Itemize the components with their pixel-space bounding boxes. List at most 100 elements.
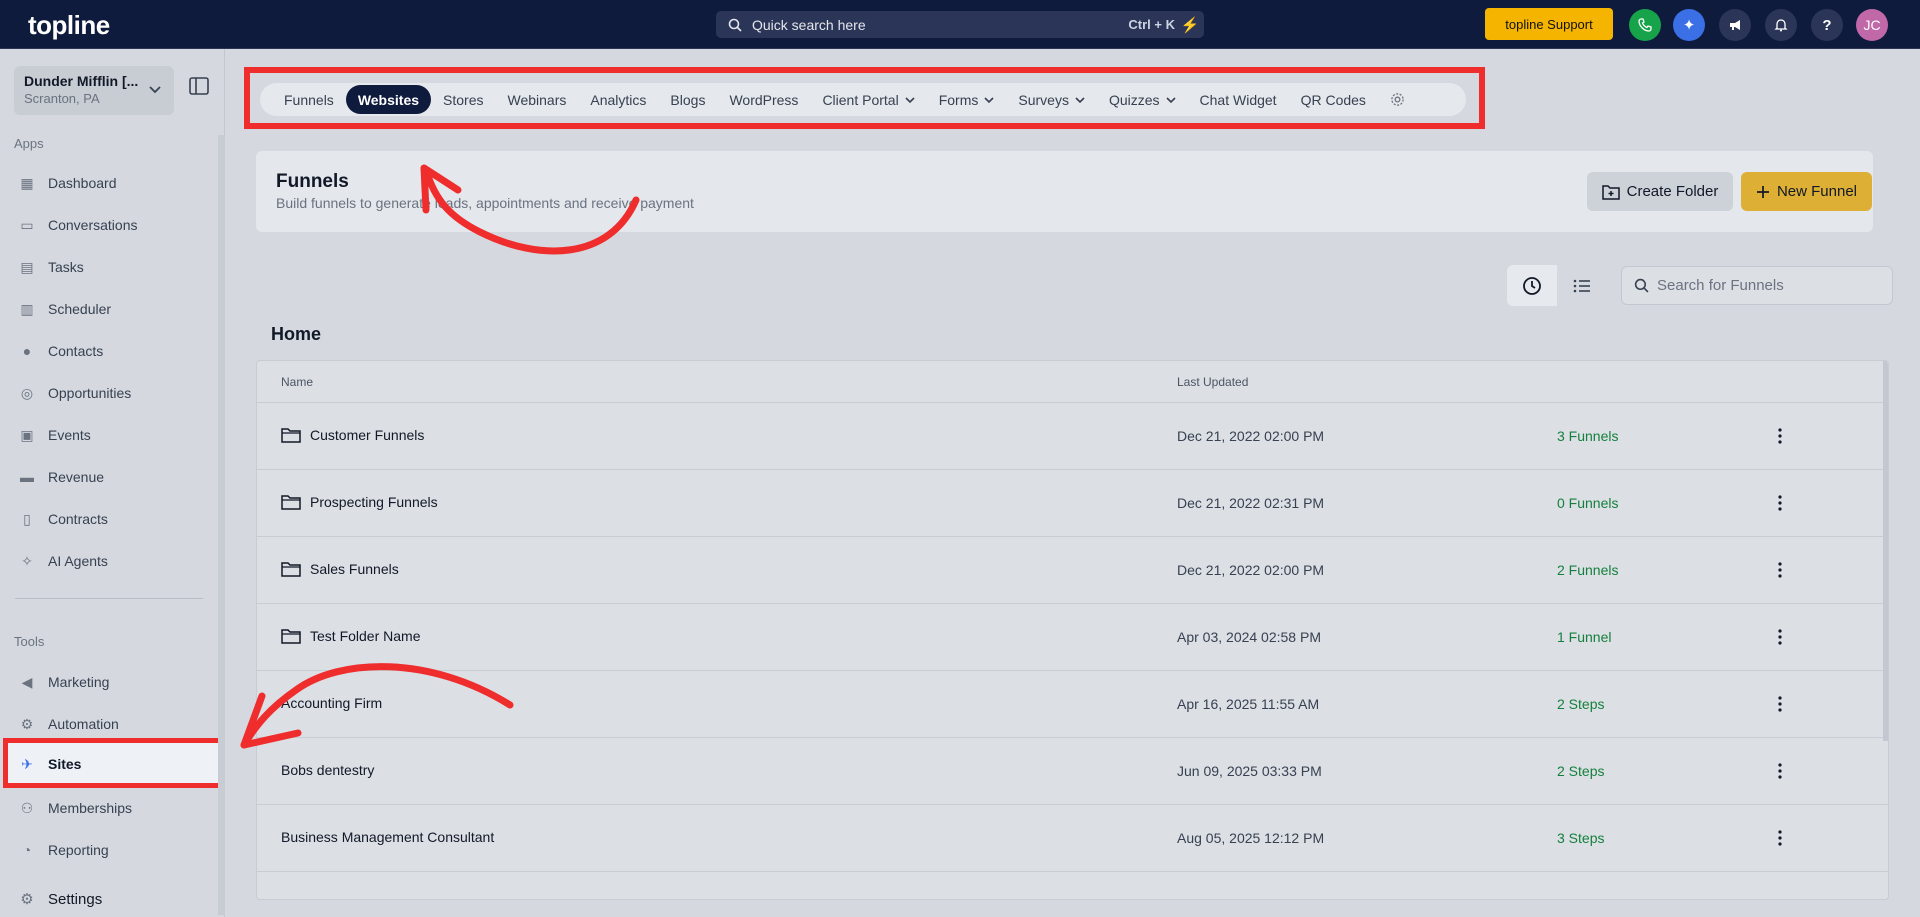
table-row[interactable]: Bobs dentestry Jun 09, 2025 03:33 PM 2 S… [257,738,1888,805]
row-count: 2 Funnels [1557,562,1619,578]
tools-section-label: Tools [14,634,45,649]
more-options-icon[interactable] [1773,558,1787,582]
sidebar-item-reporting[interactable]: ◔ Reporting [18,838,109,862]
chat-icon: ▭ [20,216,34,233]
search-shortcut: Ctrl + K [1128,17,1175,32]
row-name[interactable]: Accounting Firm [281,695,382,711]
sidebar-item-scheduler[interactable]: ▥ Scheduler [18,297,111,321]
sidebar-item-contacts[interactable]: ● Contacts [18,339,103,363]
folder-plus-icon [1601,184,1620,200]
more-options-icon[interactable] [1773,692,1787,716]
table-row[interactable]: Accounting Firm Apr 16, 2025 11:55 AM 2 … [257,671,1888,738]
more-options-icon[interactable] [1773,491,1787,515]
row-updated: Dec 21, 2022 02:31 PM [1177,495,1325,511]
bolt-icon[interactable]: ⚡ [1176,11,1204,38]
page-subtitle: Build funnels to generate leads, appoint… [276,195,694,211]
table-row[interactable] [257,872,1888,899]
sidebar-item-ai-agents[interactable]: ✧ AI Agents [18,549,108,573]
more-options-icon[interactable] [1773,625,1787,649]
sidebar-item-dashboard[interactable]: ▦ Dashboard [18,171,116,195]
row-updated: Aug 05, 2025 12:12 PM [1177,830,1325,846]
sidebar-item-events[interactable]: ▣ Events [18,423,90,447]
table-row[interactable]: Sales Funnels Dec 21, 2022 02:00 PM 2 Fu… [257,537,1888,604]
members-icon: ⚇ [20,799,34,816]
sidebar-item-conversations[interactable]: ▭ Conversations [18,213,137,237]
sidebar-item-settings[interactable]: ⚙ Settings [18,887,102,911]
sidebar-scrollbar[interactable] [218,135,225,915]
chevron-down-icon [149,86,161,94]
plus-icon [1756,185,1769,198]
gear-icon: ⚙ [20,891,34,908]
row-name[interactable]: Test Folder Name [310,628,420,644]
recent-view-toggle[interactable] [1507,265,1557,306]
page-title: Funnels [276,171,349,192]
account-name: Dunder Mifflin [... [24,73,139,89]
table-row[interactable]: Customer Funnels Dec 21, 2022 02:00 PM 3… [257,403,1888,470]
row-name[interactable]: Bobs dentestry [281,762,374,778]
tabs-annotation-box [244,67,1485,129]
column-header-name[interactable]: Name [281,375,313,389]
column-header-last-updated[interactable]: Last Updated [1177,375,1248,389]
events-icon: ▣ [20,426,34,443]
row-count: 3 Funnels [1557,428,1619,444]
new-funnel-button[interactable]: New Funnel [1741,172,1872,211]
row-count: 2 Steps [1557,763,1605,779]
avatar[interactable]: JC [1856,9,1888,41]
clock-icon [1523,276,1541,295]
row-count: 3 Steps [1557,830,1605,846]
folder-icon [281,629,301,644]
row-count: 2 Steps [1557,696,1605,712]
sidebar-item-contracts[interactable]: ▯ Contracts [18,507,108,531]
app-logo[interactable]: topline [28,10,110,41]
row-count: 1 Funnel [1557,629,1612,645]
section-title: Home [271,324,322,344]
megaphone-icon: ◀ [21,673,33,690]
sidebar-item-memberships[interactable]: ⚇ Memberships [18,796,132,820]
phone-icon[interactable] [1629,9,1661,41]
table-scrollbar[interactable] [1883,361,1888,741]
list-view-toggle[interactable] [1557,265,1607,306]
funnel-search [1621,266,1893,305]
search-icon [728,18,742,32]
sparkle-icon: ✧ [21,552,33,569]
row-updated: Dec 21, 2022 02:00 PM [1177,428,1325,444]
target-icon: ◎ [20,384,34,401]
row-updated: Jun 09, 2025 03:33 PM [1177,763,1322,779]
account-location: Scranton, PA [24,91,100,106]
quick-search[interactable]: Quick search here Ctrl + K [716,11,1187,38]
sidebar-item-tasks[interactable]: ▤ Tasks [18,255,83,279]
list-icon [1573,279,1590,292]
row-name[interactable]: Customer Funnels [310,427,424,443]
account-switcher[interactable]: Dunder Mifflin [... Scranton, PA [14,66,174,115]
more-options-icon[interactable] [1773,424,1787,448]
sidebar-item-revenue[interactable]: ▬ Revenue [18,465,104,489]
row-name[interactable]: Business Management Consultant [281,829,494,845]
megaphone-icon[interactable] [1719,9,1751,41]
help-icon[interactable]: ? [1811,9,1843,41]
sparkle-icon[interactable]: ✦ [1673,9,1705,41]
sites-annotation-box [3,738,224,788]
sidebar-item-automation[interactable]: ⚙ Automation [18,712,119,736]
create-folder-button[interactable]: Create Folder [1587,172,1733,211]
folder-icon [281,495,301,510]
support-button[interactable]: topline Support [1485,8,1613,40]
more-options-icon[interactable] [1773,759,1787,783]
row-name[interactable]: Sales Funnels [310,561,399,577]
bell-icon[interactable] [1765,9,1797,41]
table-row[interactable]: Prospecting Funnels Dec 21, 2022 02:31 P… [257,470,1888,537]
table-row[interactable]: Business Management Consultant Aug 05, 2… [257,805,1888,872]
funnel-search-input[interactable] [1657,277,1877,294]
row-updated: Apr 16, 2025 11:55 AM [1177,696,1320,712]
more-options-icon[interactable] [1773,826,1787,850]
table-header: Name Last Updated [257,361,1888,403]
sidebar: Dunder Mifflin [... Scranton, PA Apps ▦ D… [0,49,225,917]
collapse-sidebar-icon[interactable] [189,77,209,95]
pie-icon: ◔ [22,842,32,858]
table-row[interactable]: Test Folder Name Apr 03, 2024 02:58 PM 1… [257,604,1888,671]
dashboard-icon: ▦ [20,174,34,191]
row-name[interactable]: Prospecting Funnels [310,494,438,510]
sidebar-item-marketing[interactable]: ◀ Marketing [18,670,110,694]
funnels-table: Name Last Updated Customer Funnels Dec 2… [256,360,1889,900]
top-bar: topline Quick search here Ctrl + K ⚡ top… [0,0,1920,49]
sidebar-item-opportunities[interactable]: ◎ Opportunities [18,381,131,405]
